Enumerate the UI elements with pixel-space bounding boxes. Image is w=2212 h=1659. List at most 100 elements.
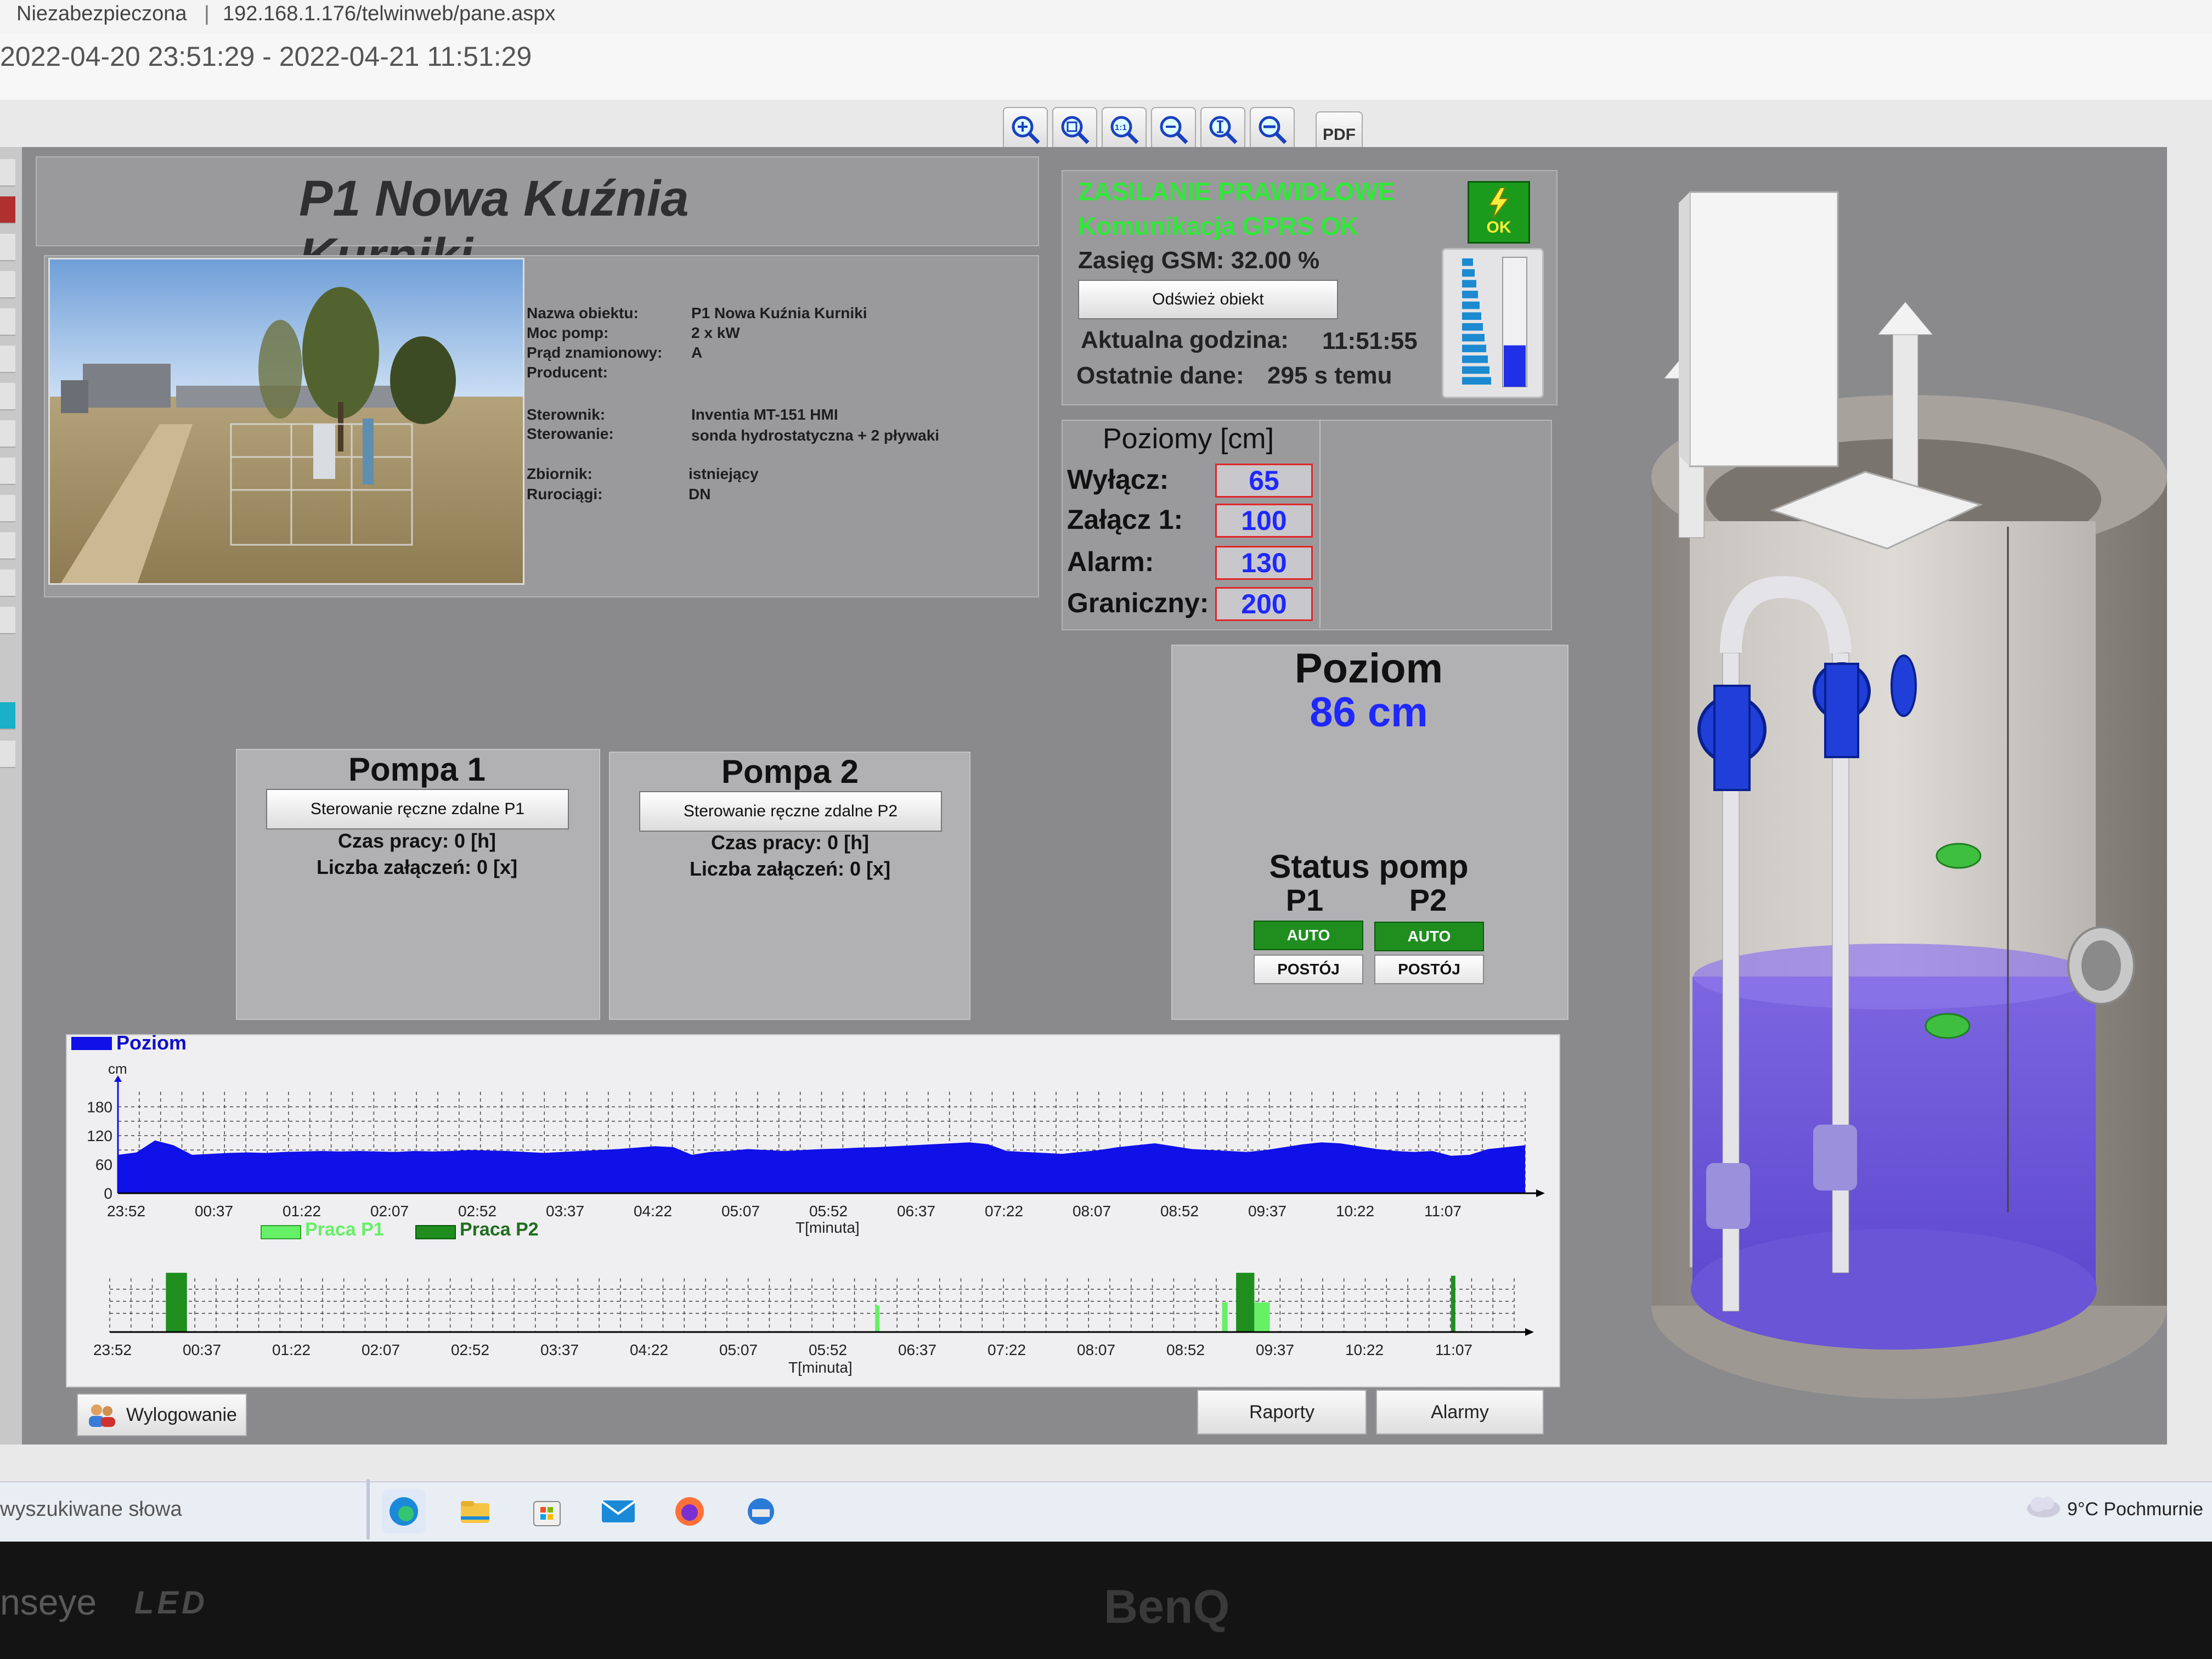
side-tab[interactable]: [0, 234, 15, 261]
refresh-object-button[interactable]: Odśwież obiekt: [1078, 280, 1338, 319]
x-tick-label: 11:07: [1424, 1203, 1462, 1218]
legend-p1-swatch: [261, 1225, 301, 1239]
legend-p2-swatch: [415, 1225, 456, 1239]
side-tab[interactable]: [0, 532, 15, 560]
side-tab[interactable]: [0, 741, 15, 768]
monitor-led-text: LED: [134, 1585, 208, 1621]
pump-work-bar: [1236, 1273, 1255, 1332]
store-button[interactable]: [525, 1489, 569, 1533]
zoom-in-button[interactable]: [1003, 107, 1048, 152]
x-tick-label: 11:07: [1435, 1341, 1472, 1358]
taskbar-search[interactable]: wyszukiwane słowa: [0, 1498, 182, 1521]
app-button[interactable]: [739, 1489, 783, 1533]
x-tick-label: 09:37: [1248, 1203, 1286, 1218]
levels-divider: [1319, 420, 1321, 628]
level-off-value[interactable]: 65: [1215, 464, 1313, 498]
side-tab[interactable]: [0, 383, 15, 410]
side-tab[interactable]: [0, 159, 15, 187]
x-tick-label: 04:22: [630, 1341, 668, 1358]
pump2-starts: Liczba załączeń: 0 [x]: [689, 857, 891, 880]
signal-scale-bar: [1462, 377, 1491, 385]
pump2-manual-control-button[interactable]: Sterowanie ręczne zdalne P2: [639, 791, 942, 832]
info-label: Sterownik:: [527, 406, 606, 423]
side-tab[interactable]: [0, 458, 15, 485]
alarms-button[interactable]: Alarmy: [1376, 1390, 1544, 1435]
reports-button[interactable]: Raporty: [1197, 1390, 1367, 1435]
side-tab[interactable]: [0, 271, 15, 298]
gprs-status: Komunikacja GPRS OK: [1078, 212, 1359, 240]
side-tab[interactable]: [0, 308, 15, 336]
zoom-fit-button[interactable]: [1200, 107, 1245, 152]
last-data-label: Ostatnie dane:: [1076, 362, 1244, 389]
level-limit-label: Graniczny:: [1067, 588, 1209, 618]
side-tab[interactable]: [0, 607, 15, 634]
pump-work-bar: [1222, 1302, 1228, 1332]
pump2-runtime: Czas pracy: 0 [h]: [710, 831, 870, 854]
date-range-text: 2022-04-20 23:51:29 - 2022-04-21 11:51:2…: [0, 41, 532, 72]
security-label: Niezabezpieczona: [16, 2, 187, 25]
x-tick-label: 06:37: [897, 1203, 935, 1218]
zoom-minus-icon: [1259, 116, 1287, 144]
side-tab[interactable]: [0, 495, 15, 522]
firefox-button[interactable]: [668, 1489, 712, 1533]
logout-label: Wylogowanie: [126, 1404, 237, 1425]
x-tick-label: 01:22: [272, 1341, 311, 1358]
zoom-fit-icon: [1209, 116, 1238, 144]
levels-title: Poziomy [cm]: [1103, 423, 1274, 455]
lightning-icon: [1488, 188, 1510, 218]
level-on1-value[interactable]: 100: [1215, 504, 1313, 538]
legend-p2-label: Praca P2: [460, 1219, 539, 1240]
side-tab[interactable]: [0, 569, 15, 597]
side-tab-active[interactable]: [0, 702, 15, 730]
edge-icon: [390, 1497, 418, 1526]
x-tick-label: 00:37: [183, 1341, 221, 1358]
current-level-value: 86 cm: [1310, 689, 1428, 736]
screen: Niezabezpieczona | 192.168.1.176/telwinw…: [0, 0, 2212, 1542]
zoom-area-button[interactable]: [1052, 107, 1097, 152]
zoom-out-button[interactable]: [1151, 107, 1196, 152]
x-tick-label: 02:07: [362, 1341, 400, 1358]
logout-button[interactable]: Wylogowanie: [77, 1393, 247, 1436]
level-limit-value[interactable]: 200: [1215, 587, 1313, 621]
svg-text:1:1: 1:1: [1115, 123, 1127, 132]
windows-taskbar: wyszukiwane słowa 9°C Pochmurnie: [0, 1481, 2212, 1543]
browser-address-bar[interactable]: Niezabezpieczona | 192.168.1.176/telwinw…: [0, 0, 2212, 35]
info-value: sonda hydrostatyczna + 2 pływaki: [691, 427, 940, 444]
mail-button[interactable]: [596, 1489, 640, 1533]
signal-scale-bar: [1462, 301, 1480, 309]
file-explorer-button[interactable]: [453, 1489, 497, 1533]
taskbar-weather[interactable]: 9°C Pochmurnie: [2067, 1499, 2203, 1520]
signal-scale-bar: [1462, 323, 1483, 331]
ok-badge-text: OK: [1486, 218, 1511, 236]
cloud-icon: [2027, 1497, 2060, 1517]
p1-state-badge: POSTÓJ: [1254, 955, 1363, 984]
zoom-minus-button[interactable]: [1250, 107, 1295, 152]
p2-mode-badge: AUTO: [1374, 922, 1484, 951]
gsm-signal-bars: [1462, 257, 1527, 387]
pump-work-bar: [1451, 1276, 1455, 1332]
y-axis-arrow: [114, 1075, 122, 1082]
x-tick-label: 04:22: [634, 1203, 672, 1218]
folder-icon: [461, 1501, 489, 1523]
level-alarm-label: Alarm:: [1067, 546, 1154, 577]
info-label: Nazwa obiektu:: [527, 304, 639, 321]
info-label: Zbiornik:: [527, 465, 592, 482]
y-tick-label: 0: [104, 1185, 112, 1202]
url-text[interactable]: 192.168.1.176/telwinweb/pane.aspx: [223, 2, 555, 26]
info-label: Sterowanie:: [527, 425, 614, 442]
x-tick-label: 02:52: [458, 1203, 496, 1218]
pump1-manual-control-button[interactable]: Sterowanie ręczne zdalne P1: [266, 789, 569, 830]
pump-work-bar: [1254, 1302, 1270, 1332]
firefox-icon: [675, 1497, 704, 1526]
zoom-in-icon: [1012, 116, 1040, 144]
level-alarm-value[interactable]: 130: [1215, 546, 1313, 580]
side-tab[interactable]: [0, 346, 15, 373]
zoom-1to1-button[interactable]: 1:1: [1102, 107, 1147, 152]
pump-work-bar: [166, 1273, 187, 1332]
x-tick-label: 03:37: [546, 1203, 584, 1218]
side-tab[interactable]: [0, 196, 15, 224]
side-tab[interactable]: [0, 420, 15, 448]
edge-browser-icon[interactable]: [382, 1489, 426, 1533]
x-tick-label: 06:37: [898, 1341, 936, 1358]
y-tick-label: 60: [95, 1156, 112, 1173]
